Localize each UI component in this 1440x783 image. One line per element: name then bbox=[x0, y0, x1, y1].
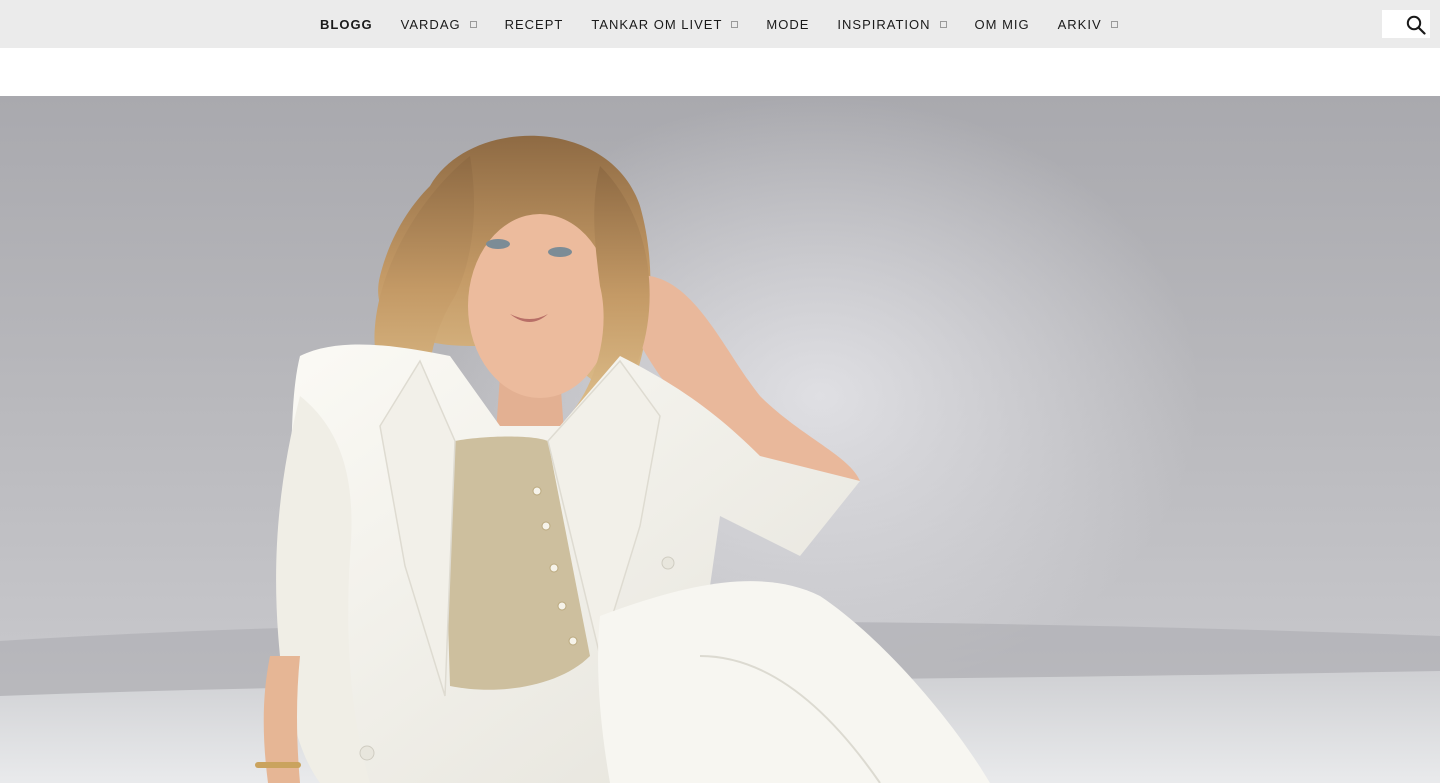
nav-item-label: INSPIRATION bbox=[837, 16, 931, 32]
top-navigation-bar: BLOGG VARDAG RECEPT TANKAR OM LIVET MODE… bbox=[0, 0, 1440, 48]
nav-item-label: VARDAG bbox=[400, 16, 461, 32]
nav-item-vardag[interactable]: VARDAG bbox=[387, 0, 491, 48]
nav-item-blogg[interactable]: BLOGG bbox=[306, 0, 387, 48]
nav-item-recept[interactable]: RECEPT bbox=[491, 0, 578, 48]
nav-item-label: BLOGG bbox=[320, 16, 373, 32]
hero-photo-illustration bbox=[0, 96, 1440, 783]
submenu-indicator-icon bbox=[1110, 21, 1118, 28]
search-button[interactable] bbox=[1382, 10, 1430, 38]
nav-item-label: MODE bbox=[766, 16, 810, 32]
submenu-indicator-icon bbox=[939, 21, 947, 28]
nav-item-inspiration[interactable]: INSPIRATION bbox=[823, 0, 960, 48]
search-icon bbox=[1406, 15, 1426, 35]
submenu-indicator-icon bbox=[731, 21, 739, 28]
submenu-indicator-icon bbox=[469, 21, 477, 28]
nav-item-label: ARKIV bbox=[1057, 16, 1102, 32]
nav-item-om-mig[interactable]: OM MIG bbox=[961, 0, 1044, 48]
nav-item-mode[interactable]: MODE bbox=[752, 0, 823, 48]
nav-item-label: OM MIG bbox=[974, 16, 1030, 32]
hero-image bbox=[0, 96, 1440, 783]
nav-item-label: TANKAR OM LIVET bbox=[591, 16, 723, 32]
nav-item-arkiv[interactable]: ARKIV bbox=[1044, 0, 1132, 48]
nav-item-tankar-om-livet[interactable]: TANKAR OM LIVET bbox=[577, 0, 752, 48]
nav-item-label: RECEPT bbox=[504, 16, 564, 32]
main-menu: BLOGG VARDAG RECEPT TANKAR OM LIVET MODE… bbox=[306, 0, 1132, 48]
header-spacer bbox=[0, 48, 1440, 96]
